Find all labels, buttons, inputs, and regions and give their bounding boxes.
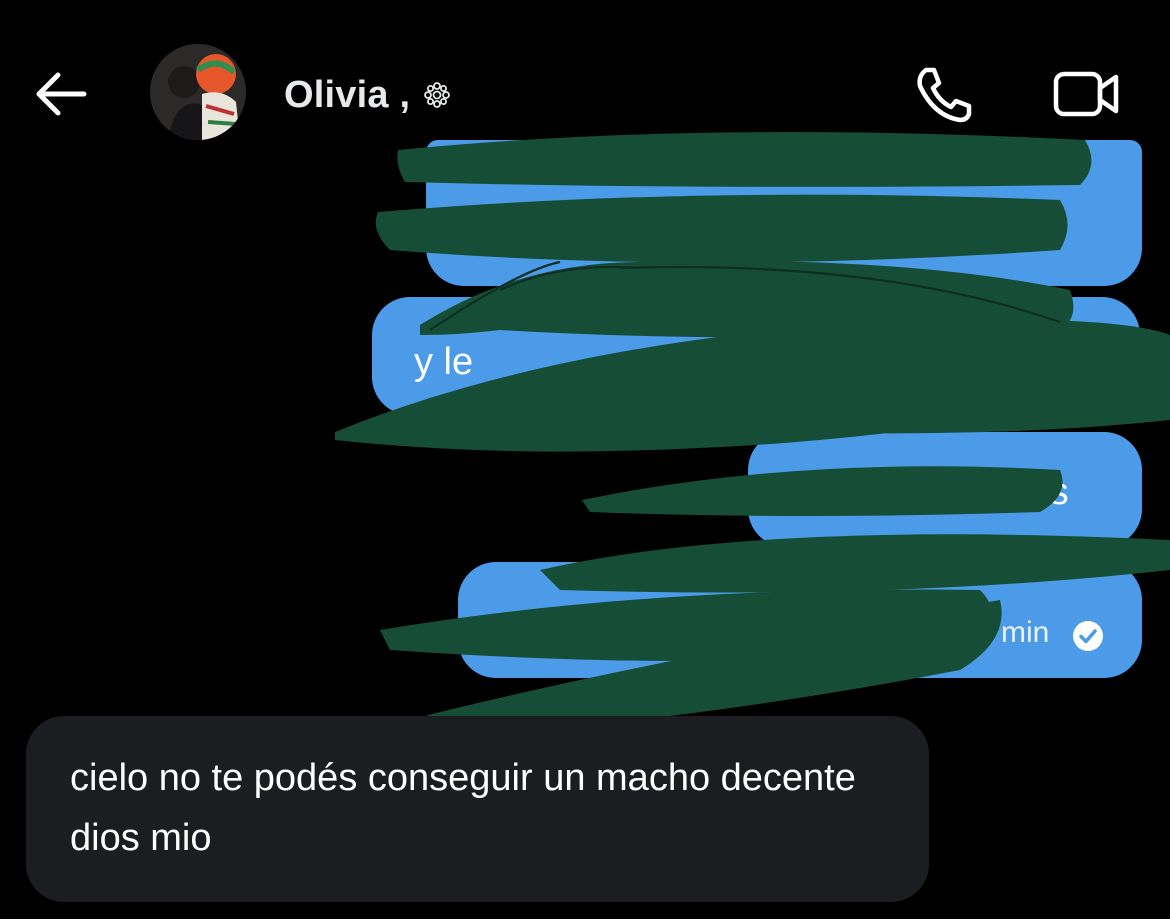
phone-icon	[917, 67, 972, 123]
sent-message-bubble[interactable]	[372, 297, 1140, 415]
contact-name: Olivia ,	[284, 73, 411, 116]
message-timestamp: 1 min	[976, 616, 1050, 649]
flower-badge-icon	[424, 82, 451, 108]
sent-message-bubble[interactable]	[426, 140, 1142, 286]
avatar[interactable]	[150, 44, 246, 140]
call-button[interactable]	[912, 64, 974, 124]
sent-message-bubble[interactable]	[748, 432, 1142, 547]
message-text: cielo no te podés conseguir un macho dec…	[70, 757, 856, 859]
avatar-image	[150, 44, 246, 140]
message-text: y le	[414, 341, 474, 383]
back-button[interactable]	[30, 66, 90, 122]
message-text: los	[1020, 471, 1069, 513]
read-check-icon	[1073, 621, 1103, 651]
video-call-button[interactable]	[1052, 68, 1120, 120]
chat-header: Olivia ,	[0, 0, 1170, 150]
video-camera-icon	[1053, 71, 1119, 117]
arrow-left-icon	[36, 72, 87, 116]
contact-title[interactable]: Olivia ,	[284, 70, 452, 120]
